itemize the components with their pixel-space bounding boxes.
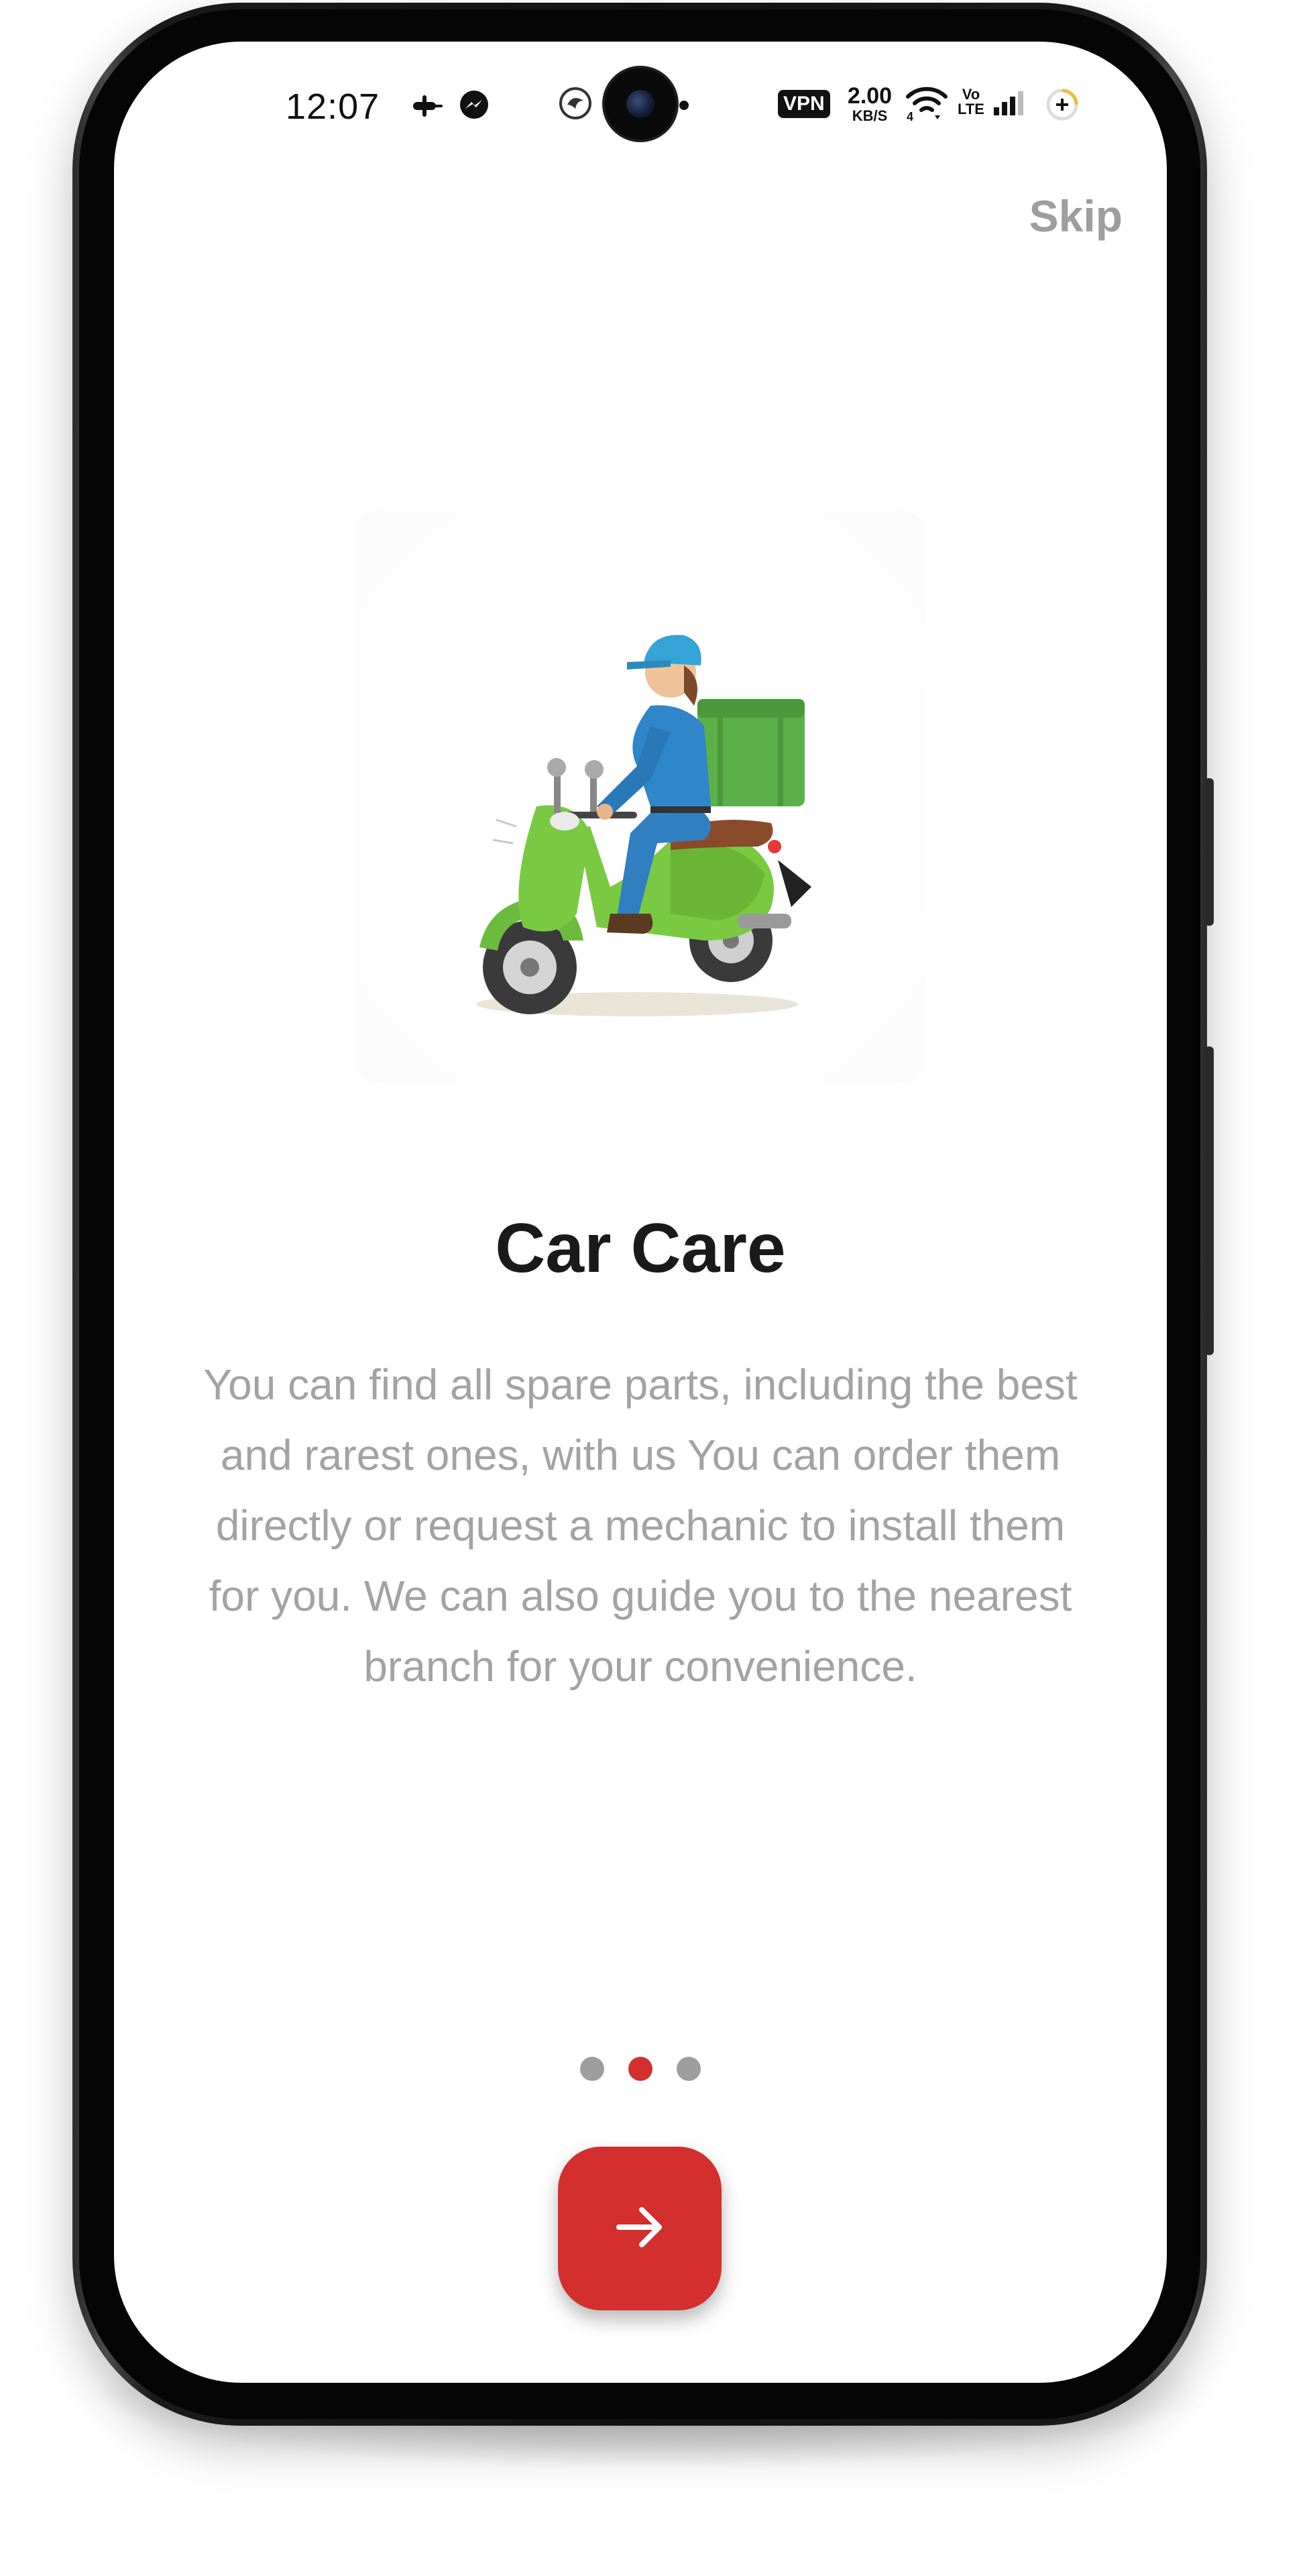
signal-icon [992, 90, 1030, 117]
volume-button [1204, 778, 1214, 926]
page-dot-3[interactable] [677, 2057, 701, 2081]
status-time: 12:07 [286, 87, 380, 127]
network-speed: 2.00 KB/S [840, 85, 900, 123]
onboarding-description: You can find all spare parts, including … [203, 1360, 1078, 1690]
wifi-generation: 4 [907, 110, 913, 122]
page-indicator [114, 2057, 1167, 2081]
volte-line2: LTE [958, 101, 984, 117]
status-bar: 12:07 VPN 2.00 KB/S 4 Vo LTE [114, 42, 1167, 176]
next-button[interactable] [558, 2147, 722, 2310]
onboarding-title: Car Care [495, 1210, 786, 1287]
camera-sensor [679, 101, 689, 110]
power-button [1204, 1046, 1214, 1355]
volte-indicator: Vo LTE [958, 87, 984, 117]
app-screen: 12:07 VPN 2.00 KB/S 4 Vo LTE Skip Car Ca… [114, 42, 1167, 2383]
notification-icon [409, 93, 444, 119]
front-camera [605, 68, 676, 140]
app-notification-icon [557, 85, 594, 122]
speed-value: 2.00 [847, 83, 893, 109]
messenger-icon [457, 89, 491, 122]
speed-unit: KB/S [852, 107, 888, 124]
arrow-right-icon [610, 2197, 670, 2260]
skip-button[interactable]: Skip [1029, 191, 1123, 241]
wifi-icon: 4 [905, 85, 948, 122]
page-dot-2-active[interactable] [628, 2057, 652, 2081]
battery-saver-icon [1045, 87, 1080, 122]
vpn-badge: VPN [778, 90, 830, 118]
device-mockup: 12:07 VPN 2.00 KB/S 4 Vo LTE Skip Car Ca… [0, 0, 1313, 2576]
scooter-delivery-illustration [355, 511, 925, 1081]
page-dot-1[interactable] [580, 2057, 604, 2081]
